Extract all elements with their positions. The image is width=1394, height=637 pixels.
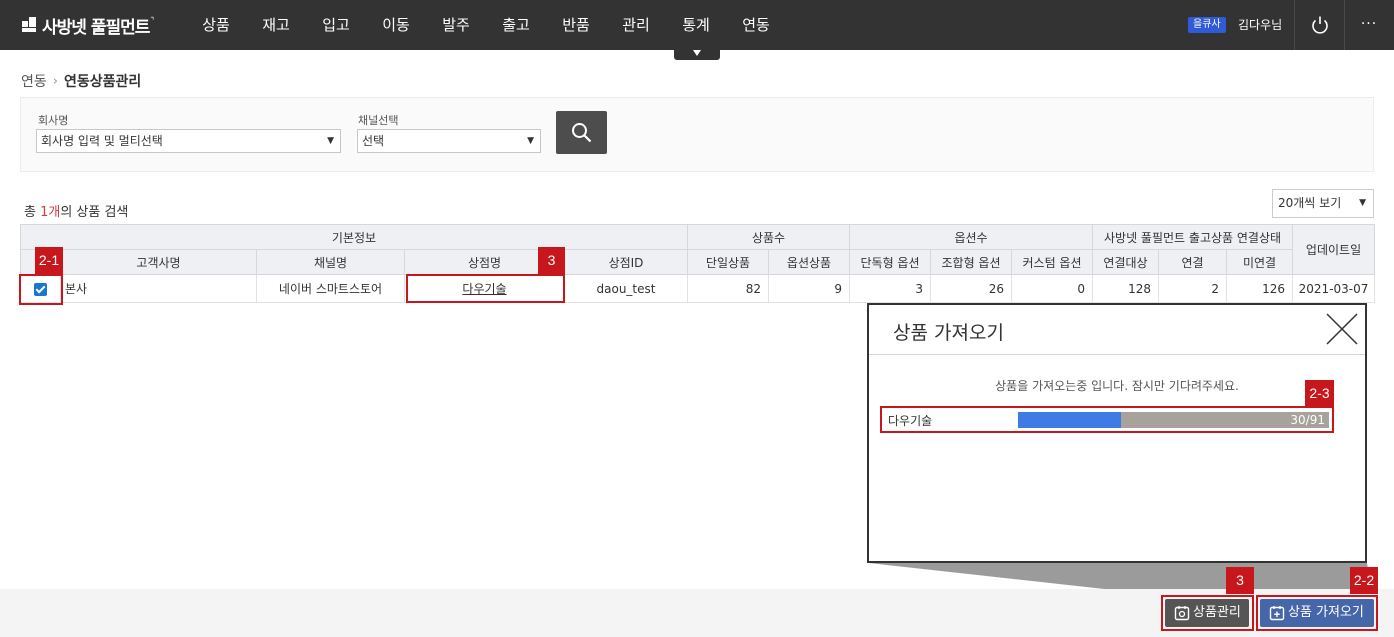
annotation-badge-2-3: 2-3 (1305, 380, 1334, 407)
import-progress-modal: 상품 가져오기 상품을 가져오는중 입니다. 잠시만 기다려주세요. 다우기술 … (867, 303, 1367, 563)
annotation-badge-3: 3 (1226, 567, 1254, 594)
annotation-badge-2-2: 2-2 (1350, 567, 1378, 594)
divider (869, 354, 1365, 355)
modal-title: 상품 가져오기 (893, 322, 1004, 344)
highlight-box-manage (1161, 595, 1254, 631)
highlight-box-progress (880, 406, 1334, 433)
highlight-box-import (1256, 595, 1378, 631)
modal-message: 상품을 가져오는중 입니다. 잠시만 기다려주세요. (995, 379, 1239, 393)
close-icon[interactable] (1324, 311, 1360, 347)
